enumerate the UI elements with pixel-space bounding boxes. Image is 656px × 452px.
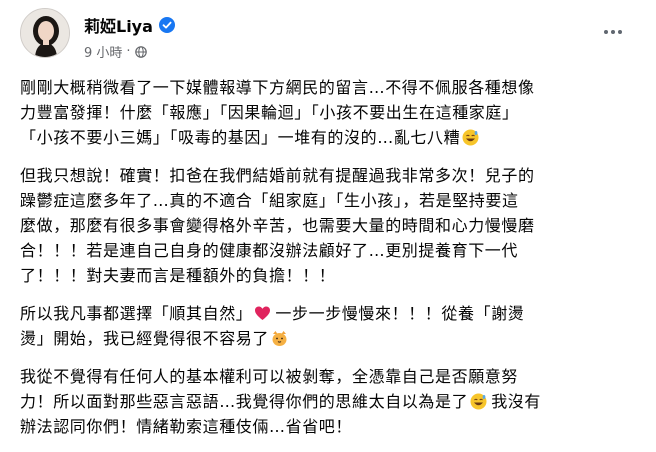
paragraph-4: 我從不覺得有任何人的基本權利可以被剝奪，全憑靠自己是否願意努 力！所以面對那些惡… (20, 364, 640, 439)
text-line: 一步一步慢慢來！！！從養「謝燙 (275, 304, 525, 323)
post-timestamp[interactable]: 9 小時 (84, 42, 122, 61)
text-line: 燙」開始，我已經覺得很不容易了 (20, 329, 270, 348)
verified-badge-icon (158, 17, 175, 33)
paragraph-1: 剛剛大概稍微看了一下媒體報導下方網民的留言…不得不佩服各種想像 力豐富發揮！什麼… (20, 75, 640, 150)
grinning-sweat-emoji (470, 392, 487, 410)
avatar-image (21, 9, 69, 57)
text-line: 我沒有 (491, 392, 542, 411)
more-options-icon[interactable] (598, 22, 628, 42)
author-name[interactable]: 莉婭Liya (84, 13, 153, 37)
red-heart-emoji (254, 304, 271, 321)
paragraph-2: 但我只想說！確實！扣爸在我們結婚前就有提醒過我非常多次！兒子的 躁鬱症這麼多年了… (20, 163, 640, 288)
text-line-with-emoji: 所以我凡事都選擇「順其自然」 一步一步慢慢來！！！從養「謝燙 (20, 301, 640, 326)
globe-icon[interactable] (134, 45, 147, 58)
post-body: 剛剛大概稍微看了一下媒體報導下方網民的留言…不得不佩服各種想像 力豐富發揮！什麼… (20, 75, 640, 452)
text-line: 辦法認同你們！情緒勒索這種伎倆…省省吧！ (20, 417, 353, 436)
meta-separator: · (126, 44, 131, 59)
text-line: 躁鬱症這麼多年了…真的不適合「組家庭」「生小孩」，若是堅持要這 (20, 191, 519, 210)
paragraph-3: 所以我凡事都選擇「順其自然」 一步一步慢慢來！！！從養「謝燙 燙」開始，我已經覺得… (20, 301, 640, 351)
post-header: 莉婭Liya 9 小時 · (20, 8, 636, 64)
text-line: 所以我凡事都選擇「順其自然」 (20, 304, 253, 323)
text-line-with-emoji: 燙」開始，我已經覺得很不容易了 (20, 326, 640, 351)
text-line: 力！所以面對那些惡言惡語…我覺得你們的思維太自以為是了 (20, 392, 469, 411)
text-line: 我從不覺得有任何人的基本權利可以被剝奪，全憑靠自己是否願意努 (20, 367, 519, 386)
text-line: 麼做，那麼有很多事會變得格外辛苦，也需要大量的時間和心力慢慢磨 (20, 216, 535, 235)
text-line: 「小孩不要小三媽」「吸毒的基因」一堆有的沒的…亂七八糟 (20, 128, 461, 147)
avatar[interactable] (20, 8, 70, 58)
post-meta: 9 小時 · (84, 42, 147, 61)
text-line-with-emoji: 力！所以面對那些惡言惡語…我覺得你們的思維太自以為是了 我沒有 (20, 389, 640, 414)
text-line: 力豐富發揮！什麼「報應」「因果輪迴」「小孩不要出生在這種家庭」 (20, 103, 519, 122)
text-line: 但我只想說！確實！扣爸在我們結婚前就有提醒過我非常多次！兒子的 (20, 166, 535, 185)
text-line: 剛剛大概稍微看了一下媒體報導下方網民的留言…不得不佩服各種想像 (20, 78, 535, 97)
text-line: 了！！！對夫妻而言是種額外的負擔！！！ (20, 266, 336, 285)
author-line: 莉婭Liya (84, 14, 175, 36)
facebook-post: 莉婭Liya 9 小時 · 剛剛大概稍微看了一下媒體報導下方網民的留言…不得不佩… (0, 0, 656, 450)
text-line-with-emoji: 「小孩不要小三媽」「吸毒的基因」一堆有的沒的…亂七八糟 (20, 125, 640, 150)
grinning-sweat-emoji (462, 128, 479, 146)
text-line: 合！！！若是連自己自身的健康都沒辦法顧好了…更別提養育下一代 (20, 241, 519, 260)
cat-face-emoji (271, 329, 288, 346)
